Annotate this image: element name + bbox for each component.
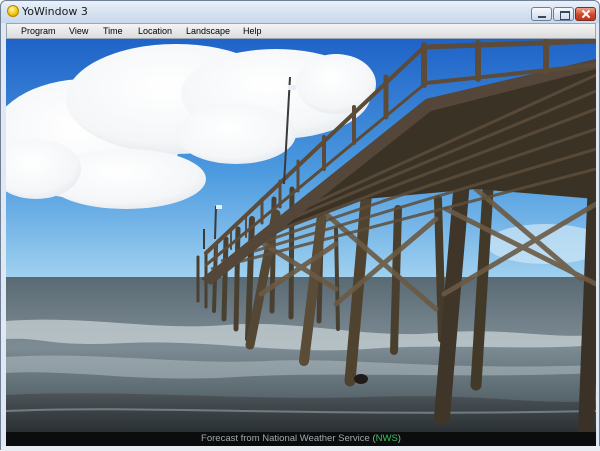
forecast-source-suffix: ) <box>397 433 401 444</box>
weather-scene[interactable] <box>6 39 596 432</box>
window-frame-bottom <box>1 446 600 451</box>
menu-location[interactable]: Location <box>136 25 174 38</box>
menu-time[interactable]: Time <box>101 25 125 38</box>
minimize-button[interactable] <box>531 7 552 21</box>
menu-program[interactable]: Program <box>19 25 58 38</box>
app-logo-icon <box>7 5 19 17</box>
app-window: YoWindow 3 Program View Time Location La… <box>0 0 600 451</box>
close-button[interactable] <box>575 7 596 21</box>
pier-landscape-image <box>6 39 596 432</box>
menu-help[interactable]: Help <box>241 25 264 38</box>
maximize-button[interactable] <box>553 7 574 21</box>
menu-landscape[interactable]: Landscape <box>184 25 232 38</box>
menu-bar: Program View Time Location Landscape Hel… <box>6 23 596 39</box>
window-title: YoWindow 3 <box>22 5 88 18</box>
status-bar: Forecast from National Weather Service (… <box>6 432 596 446</box>
menu-view[interactable]: View <box>67 25 90 38</box>
nws-link[interactable]: NWS <box>376 433 398 444</box>
title-bar[interactable]: YoWindow 3 <box>1 1 599 23</box>
forecast-source-text: Forecast from National Weather Service ( <box>201 433 376 444</box>
